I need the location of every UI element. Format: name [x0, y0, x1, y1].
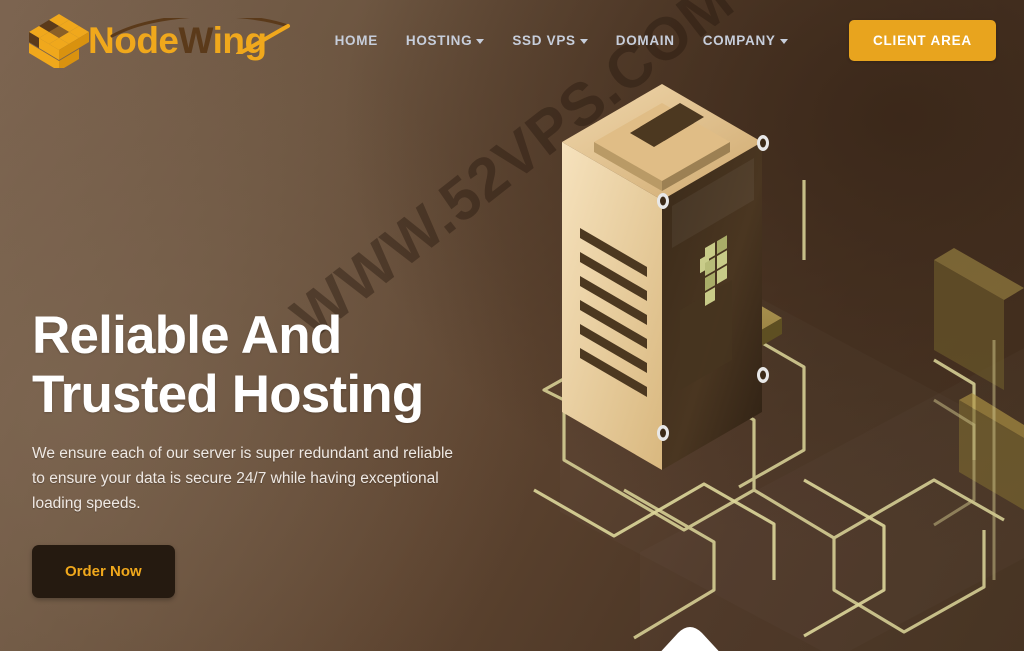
- order-now-button[interactable]: Order Now: [32, 545, 175, 599]
- chevron-down-icon: [579, 38, 588, 44]
- logo-text-ing: ing: [212, 19, 267, 61]
- hero-title-line1: Reliable And: [32, 306, 342, 365]
- nav-label: HOSTING: [405, 32, 473, 48]
- hero-title-line2: Trusted Hosting: [32, 365, 424, 425]
- hero-content: Reliable And Trusted Hosting We ensure e…: [32, 306, 502, 599]
- nav-item-hosting[interactable]: HOSTING: [405, 32, 485, 48]
- hero-illustration: [504, 60, 1024, 651]
- nav-item-company[interactable]: COMPANY: [703, 33, 788, 48]
- logo-text-w: W: [178, 19, 214, 61]
- nav-label: DOMAIN: [615, 32, 675, 48]
- nav-label: COMPANY: [702, 32, 776, 48]
- site-logo[interactable]: NodeWing: [28, 12, 290, 71]
- nav-label: HOME: [334, 32, 378, 48]
- client-area-button[interactable]: CLIENT AREA: [848, 19, 996, 61]
- nav-item-ssd-vps[interactable]: SSD VPS: [512, 32, 588, 48]
- nav-item-home[interactable]: HOME: [335, 33, 378, 48]
- site-header: NodeWing HOME HOSTING SSD VPS DOMAIN COM…: [0, 0, 1024, 80]
- main-navigation: HOME HOSTING SSD VPS DOMAIN COMPANY: [335, 33, 788, 48]
- nav-label: SSD VPS: [512, 32, 576, 48]
- logo-text-node: Node: [88, 19, 179, 61]
- nav-item-domain[interactable]: DOMAIN: [616, 33, 675, 48]
- hero-paragraph: We ensure each of our server is super re…: [32, 444, 454, 513]
- cube-logo-icon: [28, 12, 90, 71]
- hero-title: Reliable And Trusted Hosting: [32, 306, 502, 425]
- chevron-down-icon: [476, 38, 485, 44]
- logo-wordmark: NodeWing: [88, 22, 267, 59]
- hero-section: WWW.52VPS.COM NodeWing HOME HOSTING SSD …: [0, 0, 1024, 651]
- chevron-down-icon: [779, 38, 788, 44]
